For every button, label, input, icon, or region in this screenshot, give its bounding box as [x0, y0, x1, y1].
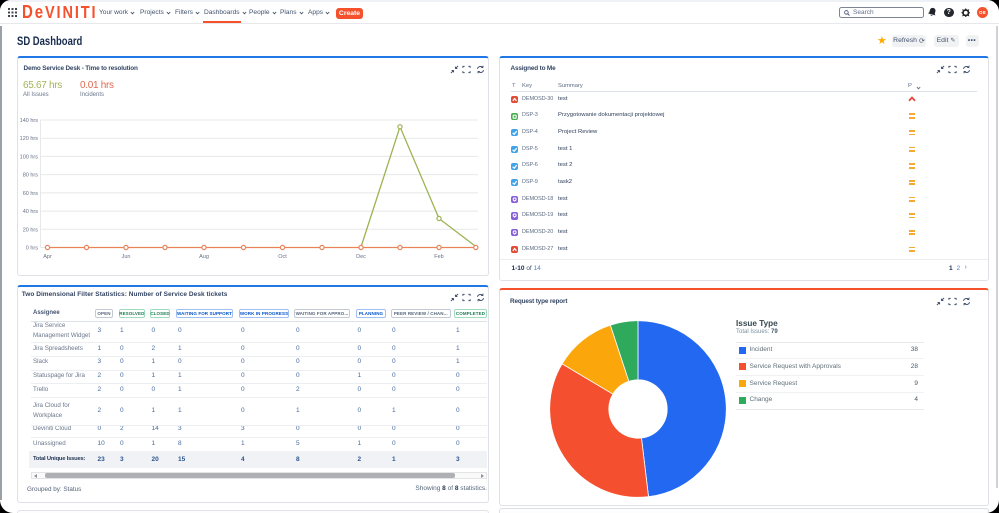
svg-text:Aug: Aug	[199, 254, 209, 260]
svg-text:60 hrs: 60 hrs	[23, 191, 39, 197]
svg-text:20 hrs: 20 hrs	[23, 227, 39, 233]
svg-text:Jun: Jun	[122, 254, 131, 260]
svg-text:80 hrs: 80 hrs	[23, 173, 39, 179]
svg-text:40 hrs: 40 hrs	[23, 209, 39, 215]
svg-text:0 hrs: 0 hrs	[26, 246, 38, 252]
svg-text:140 hrs: 140 hrs	[20, 118, 39, 124]
svg-text:Feb: Feb	[434, 254, 443, 260]
svg-text:Oct: Oct	[278, 254, 287, 260]
svg-text:120 hrs: 120 hrs	[20, 136, 39, 142]
svg-text:Apr: Apr	[43, 254, 52, 260]
svg-text:Dec: Dec	[356, 254, 366, 260]
svg-text:100 hrs: 100 hrs	[20, 154, 39, 160]
